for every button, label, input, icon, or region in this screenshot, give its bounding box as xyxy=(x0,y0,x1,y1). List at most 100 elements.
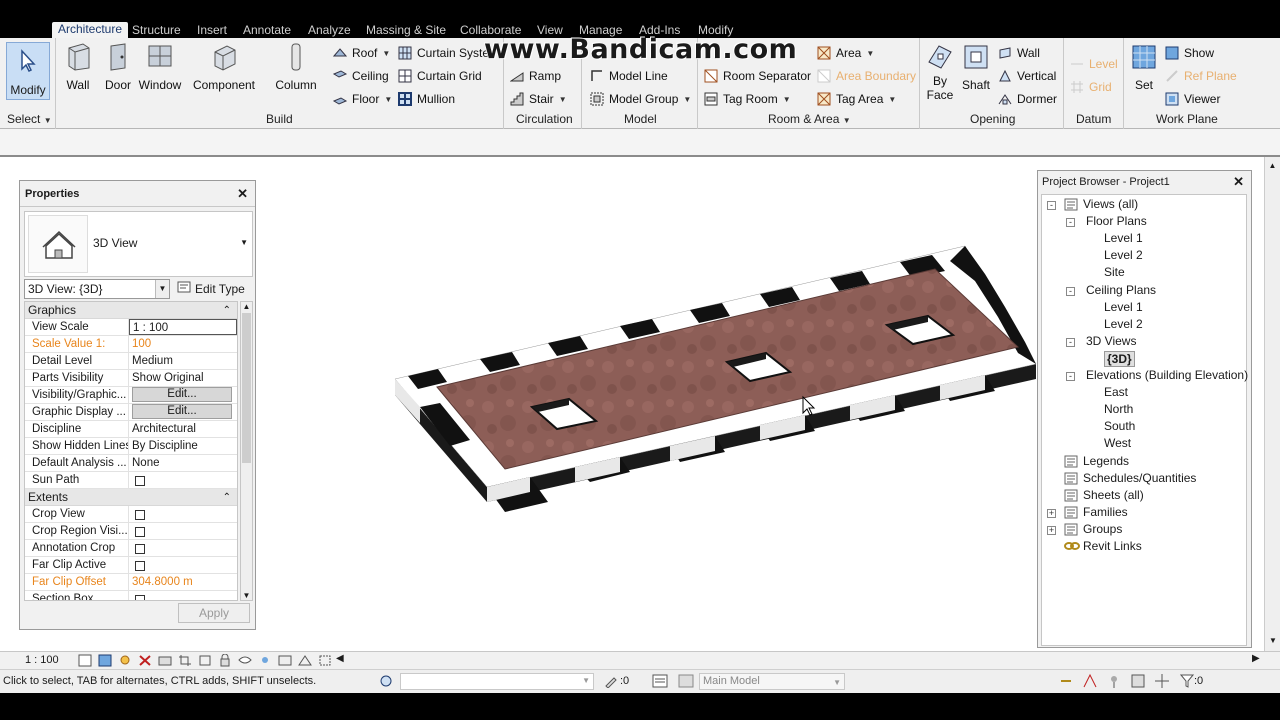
tree-node[interactable]: 3D Views xyxy=(1086,334,1136,348)
tree-node[interactable]: {3D} xyxy=(1104,350,1135,367)
design-option-set-icon[interactable] xyxy=(678,674,694,691)
show-crop-icon[interactable] xyxy=(198,654,212,670)
model-group-button[interactable]: Model Group ▼ xyxy=(590,92,691,106)
property-value[interactable]: By Discipline xyxy=(129,438,237,454)
shaft-button[interactable]: Shaft xyxy=(960,42,992,92)
scroll-up-icon[interactable]: ▲ xyxy=(1265,161,1280,170)
section-extents[interactable]: Extents ⌃ xyxy=(25,489,237,506)
wall-opening-button[interactable]: Wall xyxy=(998,46,1040,60)
drag-elements-icon[interactable] xyxy=(1154,673,1170,692)
property-value[interactable] xyxy=(129,523,237,539)
viewer-button[interactable]: Viewer xyxy=(1165,92,1220,106)
select-dropdown[interactable]: Select ▼ xyxy=(7,112,52,126)
tree-node[interactable]: North xyxy=(1104,402,1133,416)
collapse-icon[interactable]: ⌃ xyxy=(223,489,231,506)
property-value[interactable]: 100 xyxy=(129,336,237,352)
collapse-node-icon[interactable]: - xyxy=(1066,372,1075,381)
property-value[interactable] xyxy=(129,472,237,488)
property-value[interactable]: Edit... xyxy=(129,404,237,420)
design-option-dropdown[interactable]: Main Model ▼ xyxy=(699,673,845,690)
edit-button[interactable]: Edit... xyxy=(132,387,232,402)
expand-node-icon[interactable]: + xyxy=(1047,508,1056,518)
tab-structure[interactable]: Structure xyxy=(132,23,181,37)
tree-node[interactable]: Schedules/Quantities xyxy=(1083,471,1196,485)
property-value[interactable] xyxy=(129,557,237,573)
property-row[interactable]: Visibility/Graphic... Edit... xyxy=(25,387,237,404)
property-value[interactable]: Architectural xyxy=(129,421,237,437)
property-row[interactable]: Section Box xyxy=(25,591,237,600)
design-option-dropdown-icon[interactable]: ▼ xyxy=(833,675,841,690)
window-button[interactable]: Window xyxy=(138,42,182,92)
canvas-vertical-scrollbar[interactable]: ▲ ▼ xyxy=(1264,157,1280,651)
view-scale-display[interactable]: 1 : 100 xyxy=(25,654,59,666)
select-pinned-icon[interactable] xyxy=(1106,673,1122,692)
modify-button[interactable]: Modify xyxy=(6,42,50,100)
horizontal-scrollbar[interactable] xyxy=(350,655,790,665)
room-area-panel-label[interactable]: Room & Area ▼ xyxy=(768,112,851,126)
tree-node[interactable]: Elevations (Building Elevation) xyxy=(1086,368,1248,382)
level-button[interactable]: Level xyxy=(1070,57,1118,71)
tab-massing-site[interactable]: Massing & Site xyxy=(366,23,446,37)
tree-node[interactable]: Site xyxy=(1104,265,1125,279)
curtain-system-button[interactable]: Curtain Syste xyxy=(398,46,489,60)
property-checkbox[interactable] xyxy=(135,561,145,571)
rendering-icon[interactable] xyxy=(158,654,172,670)
design-options-icon[interactable] xyxy=(652,674,668,691)
lock-view-icon[interactable] xyxy=(218,653,232,670)
vertical-button[interactable]: Vertical xyxy=(998,69,1056,83)
collapse-node-icon[interactable]: - xyxy=(1047,201,1056,210)
ceiling-button[interactable]: Ceiling xyxy=(332,69,389,83)
section-graphics[interactable]: Graphics ⌃ xyxy=(25,302,237,319)
tree-node[interactable]: Revit Links xyxy=(1083,539,1142,553)
highlight-displacement-icon[interactable] xyxy=(318,654,332,670)
properties-scroll-down-icon[interactable]: ▼ xyxy=(241,591,252,600)
property-value[interactable]: 304.8000 m xyxy=(129,574,237,590)
tree-node[interactable]: South xyxy=(1104,419,1135,433)
apply-button[interactable]: Apply xyxy=(178,603,250,623)
edit-type-button[interactable]: Edit Type xyxy=(177,279,245,299)
properties-close-icon[interactable]: ✕ xyxy=(237,186,248,202)
tree-node[interactable]: Level 2 xyxy=(1104,248,1143,262)
shadows-icon[interactable] xyxy=(138,654,152,670)
mullion-button[interactable]: Mullion xyxy=(398,92,455,106)
analytical-model-icon[interactable] xyxy=(298,654,312,670)
select-underlay-icon[interactable] xyxy=(1082,673,1098,692)
grid-button[interactable]: Grid xyxy=(1070,80,1112,94)
property-value[interactable]: Edit... xyxy=(129,387,237,403)
property-value[interactable]: Show Original xyxy=(129,370,237,386)
scroll-down-icon[interactable]: ▼ xyxy=(1265,636,1280,645)
property-row[interactable]: Scale Value 1: 100 xyxy=(25,336,237,353)
by-face-button[interactable]: By Face xyxy=(924,42,956,102)
property-row[interactable]: Far Clip Active xyxy=(25,557,237,574)
property-value[interactable]: 1 : 100 xyxy=(129,319,237,335)
set-button[interactable]: Set xyxy=(1128,42,1160,92)
area-button[interactable]: Area ▼ xyxy=(817,46,874,60)
type-selector[interactable]: 3D View ▼ xyxy=(24,211,253,277)
curtain-grid-button[interactable]: Curtain Grid xyxy=(398,69,482,83)
tree-node[interactable]: Families xyxy=(1083,505,1128,519)
collapse-node-icon[interactable]: - xyxy=(1066,218,1075,228)
property-row[interactable]: Show Hidden Lines By Discipline xyxy=(25,438,237,455)
tag-area-button[interactable]: Tag Area ▼ xyxy=(817,92,896,106)
property-checkbox[interactable] xyxy=(135,544,145,554)
select-by-face-icon[interactable] xyxy=(1130,673,1146,692)
detail-level-icon[interactable] xyxy=(78,654,92,670)
wall-button[interactable]: Wall xyxy=(62,42,94,92)
property-value[interactable] xyxy=(129,591,237,600)
expand-node-icon[interactable]: + xyxy=(1047,525,1056,535)
property-row[interactable]: Default Analysis ... None xyxy=(25,455,237,472)
sun-path-icon[interactable] xyxy=(118,654,132,670)
property-checkbox[interactable] xyxy=(135,595,145,600)
model-line-button[interactable]: Model Line xyxy=(590,69,668,83)
collapse-icon[interactable]: ⌃ xyxy=(223,302,231,319)
tab-insert[interactable]: Insert xyxy=(197,23,227,37)
dormer-button[interactable]: Dormer xyxy=(998,92,1057,106)
properties-scrollbar[interactable]: ▲ ▼ xyxy=(240,301,253,601)
tree-node[interactable]: Legends xyxy=(1083,454,1129,468)
temporary-hide-icon[interactable] xyxy=(238,654,252,670)
tree-node[interactable]: Level 2 xyxy=(1104,317,1143,331)
property-row[interactable]: Crop View xyxy=(25,506,237,523)
tree-node[interactable]: Floor Plans xyxy=(1086,214,1147,228)
visual-style-icon[interactable] xyxy=(98,654,112,670)
roof-button[interactable]: Roof ▼ xyxy=(332,46,390,60)
